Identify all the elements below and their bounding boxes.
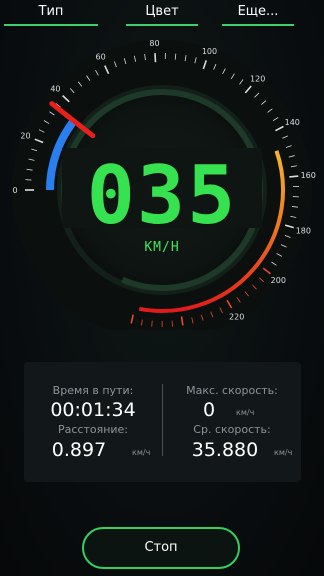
gauge-tick [289,175,299,178]
max-speed-value: 0 [202,399,216,421]
avg-speed-unit: км/ч [274,448,293,457]
gauge-tick-label: 200 [271,276,286,285]
avg-speed-label: Ср. скорость: [193,423,271,436]
speed-unit-label: KM/H [144,240,180,255]
avg-speed-value: 35.880 [191,439,259,461]
max-speed-label: Макс. скорость: [186,384,278,397]
distance-label: Расстояние: [57,423,129,436]
gauge-tick-label: 60 [95,52,105,61]
speedometer-gauge: 020406080100120140160180200220240260 035 [12,39,316,330]
tab-more[interactable]: Еще... [222,2,294,26]
gauge-tick-label: 120 [250,74,265,83]
distance-value: 0.897 [51,439,107,461]
gauge-tick-label: 180 [296,226,311,235]
travel-time-label: Время в пути: [52,384,134,397]
gauge-tick-label: 20 [20,131,30,140]
gauge-tick-label: 140 [285,118,300,127]
top-tab-bar: Тип Цвет Еще... [0,0,324,26]
gauge-tick-label: 0 [12,186,17,195]
gauge-tick-label: 100 [202,47,217,56]
max-speed-unit: км/ч [236,408,255,417]
stop-button[interactable]: Стоп [82,527,240,569]
gauge-tick-label: 220 [229,313,244,322]
tab-type[interactable]: Тип [4,2,98,26]
gauge-tick-label: 260 [121,329,136,330]
distance-unit: км/ч [132,448,151,457]
digital-speed-readout: 035 [87,149,238,242]
gauge-tick-label: 40 [50,85,60,94]
trip-stats-panel: Время в пути: 00:01:34 Расстояние: 0.897… [24,362,301,482]
gauge-tick-label: 160 [301,171,316,180]
travel-time-value: 00:01:34 [50,399,136,421]
gauge-tick-label: 80 [149,39,159,48]
tab-color[interactable]: Цвет [126,2,198,26]
